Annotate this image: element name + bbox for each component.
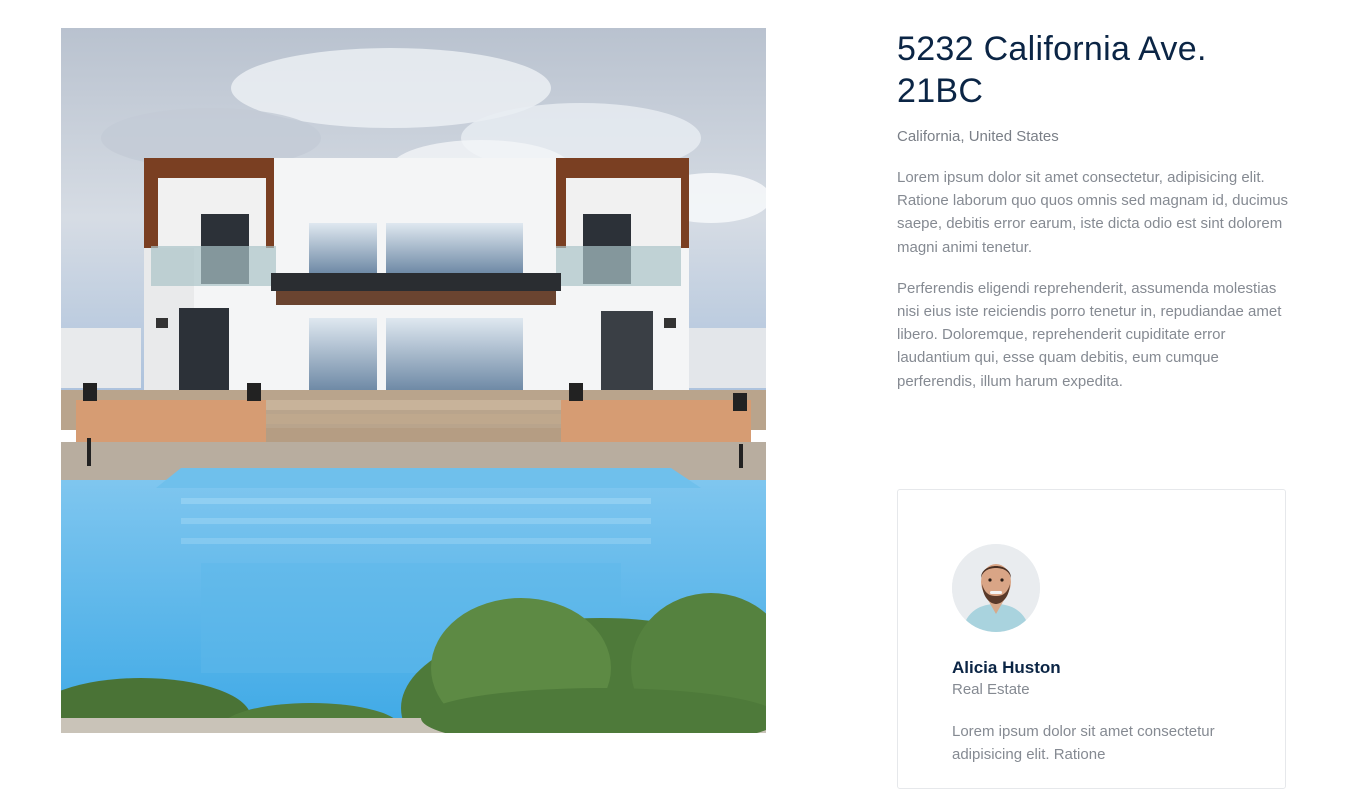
listing-details: 5232 California Ave. 21BC California, Un… — [897, 28, 1292, 393]
listing-description-paragraph: Lorem ipsum dolor sit amet consectetur, … — [897, 169, 1289, 256]
agent-name: Alicia Huston — [952, 658, 1061, 677]
listing-title: 5232 California Ave. 21BC — [897, 30, 1207, 110]
listing-location: California, United States — [897, 128, 1059, 145]
man-portrait-avatar — [952, 544, 1040, 632]
modern-villa-with-pool-image — [61, 28, 766, 733]
property-photo — [61, 28, 766, 733]
agent-bio: Lorem ipsum dolor sit amet consectetur a… — [952, 723, 1215, 763]
listing-description-paragraph: Perferendis eligendi reprehenderit, assu… — [897, 279, 1282, 390]
agent-card: Alicia Huston Real Estate Lorem ipsum do… — [897, 489, 1286, 789]
avatar — [952, 544, 1040, 632]
agent-role: Real Estate — [952, 681, 1030, 698]
